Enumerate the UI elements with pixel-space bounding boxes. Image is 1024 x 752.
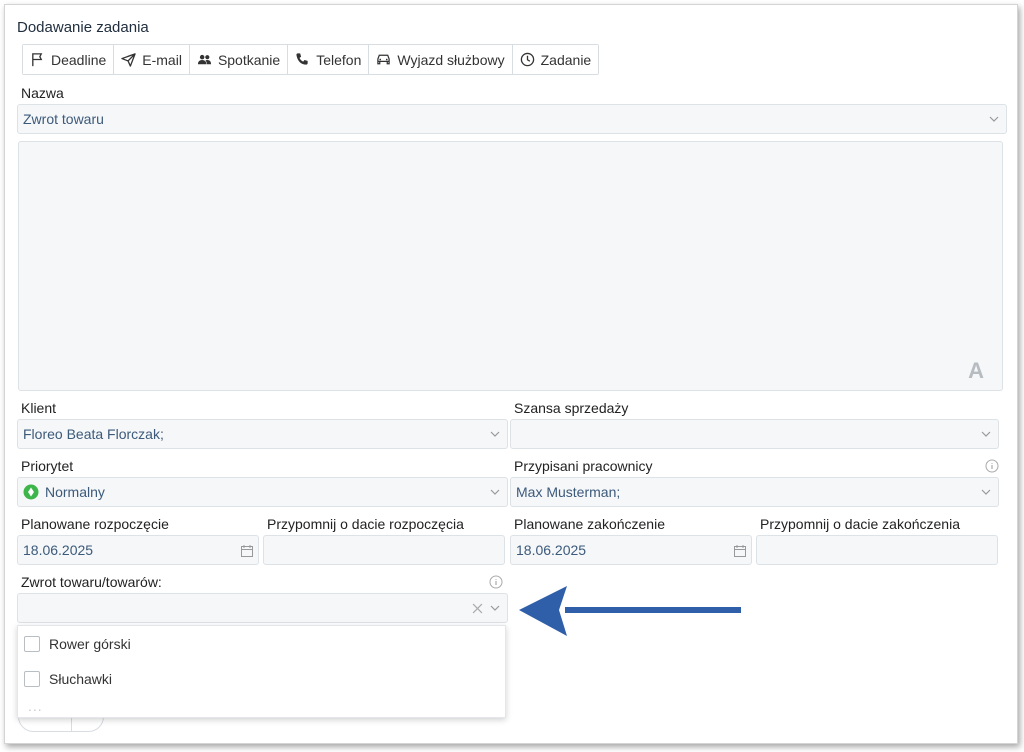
client-value: Floreo Beata Florczak;: [23, 426, 164, 442]
more-indicator: ...: [28, 698, 43, 714]
option-label: Słuchawki: [49, 671, 113, 687]
client-label: Klient: [21, 400, 57, 416]
chevron-down-icon: [981, 431, 991, 437]
tab-deadline[interactable]: Deadline: [23, 45, 115, 74]
chevron-down-icon: [490, 489, 500, 495]
assigned-select[interactable]: Max Musterman;: [510, 477, 999, 507]
tab-email[interactable]: E-mail: [114, 45, 190, 74]
tab-label: Spotkanie: [217, 51, 281, 68]
priority-icon: [23, 484, 39, 500]
planned-start-value: 18.06.2025: [23, 542, 94, 558]
priority-value: Normalny: [45, 484, 105, 500]
send-icon: [121, 53, 136, 67]
remind-start-label: Przypomnij o dacie rozpoczęcia: [267, 516, 464, 532]
priority-select[interactable]: Normalny: [17, 477, 508, 507]
clock-icon: [520, 52, 534, 67]
info-icon[interactable]: [985, 459, 999, 473]
assigned-value: Max Musterman;: [516, 484, 621, 500]
task-type-tabs: Deadline E-mail Spotkanie Telefon Wyjazd…: [22, 44, 600, 75]
tab-business-trip[interactable]: Wyjazd służbowy: [369, 45, 513, 74]
description-editor[interactable]: A: [18, 141, 1003, 391]
priority-label: Priorytet: [21, 458, 74, 474]
sales-chance-label: Szansa sprzedaży: [514, 400, 629, 416]
remind-end-label: Przypomnij o dacie zakończenia: [760, 516, 960, 532]
task-dialog: Dodawanie zadania Deadline E-mail Spotka…: [4, 4, 1018, 744]
tab-label: Wyjazd służbowy: [397, 51, 505, 68]
annotation-arrow-icon: [519, 586, 741, 636]
font-format-icon[interactable]: A: [968, 358, 984, 384]
assigned-label: Przypisani pracownicy: [514, 458, 653, 474]
name-select[interactable]: Zwrot towaru: [17, 104, 1007, 134]
chevron-down-icon: [490, 605, 500, 611]
checkbox[interactable]: [24, 636, 40, 652]
list-item[interactable]: Rower górski: [24, 636, 131, 652]
remind-end-input[interactable]: [756, 535, 998, 565]
tab-label: Telefon: [316, 51, 362, 68]
phone-icon: [296, 53, 308, 65]
tab-meeting[interactable]: Spotkanie: [189, 45, 289, 74]
chevron-down-icon: [989, 116, 999, 122]
info-icon[interactable]: [489, 575, 503, 589]
chevron-down-icon: [490, 431, 500, 437]
returns-select[interactable]: [17, 593, 508, 623]
name-value: Zwrot towaru: [23, 111, 104, 127]
returns-label: Zwrot towaru/towarów:: [21, 574, 162, 590]
calendar-icon[interactable]: [733, 544, 747, 558]
planned-end-input[interactable]: 18.06.2025: [510, 535, 752, 565]
planned-end-value: 18.06.2025: [516, 542, 587, 558]
dialog-title: Dodawanie zadania: [17, 19, 149, 36]
tab-label: E-mail: [142, 51, 182, 68]
users-icon: [197, 54, 211, 65]
remind-start-input[interactable]: [263, 535, 505, 565]
planned-end-label: Planowane zakończenie: [514, 516, 665, 532]
clear-icon[interactable]: [472, 603, 483, 614]
tab-task[interactable]: Zadanie: [512, 45, 599, 74]
car-icon: [377, 54, 391, 65]
list-item[interactable]: Słuchawki: [24, 671, 112, 687]
option-label: Rower górski: [49, 636, 131, 652]
client-select[interactable]: Floreo Beata Florczak;: [17, 419, 508, 449]
tab-phone[interactable]: Telefon: [288, 45, 370, 74]
tab-label: Deadline: [51, 51, 107, 68]
planned-start-input[interactable]: 18.06.2025: [17, 535, 259, 565]
chevron-down-icon: [981, 489, 991, 495]
tab-label: Zadanie: [540, 51, 592, 68]
name-label: Nazwa: [21, 85, 64, 101]
checkbox[interactable]: [24, 671, 40, 687]
returns-dropdown: Rower górski Słuchawki ...: [17, 625, 506, 718]
calendar-icon[interactable]: [240, 544, 254, 558]
flag-icon: [32, 53, 43, 67]
planned-start-label: Planowane rozpoczęcie: [21, 516, 169, 532]
sales-chance-select[interactable]: [510, 419, 999, 449]
